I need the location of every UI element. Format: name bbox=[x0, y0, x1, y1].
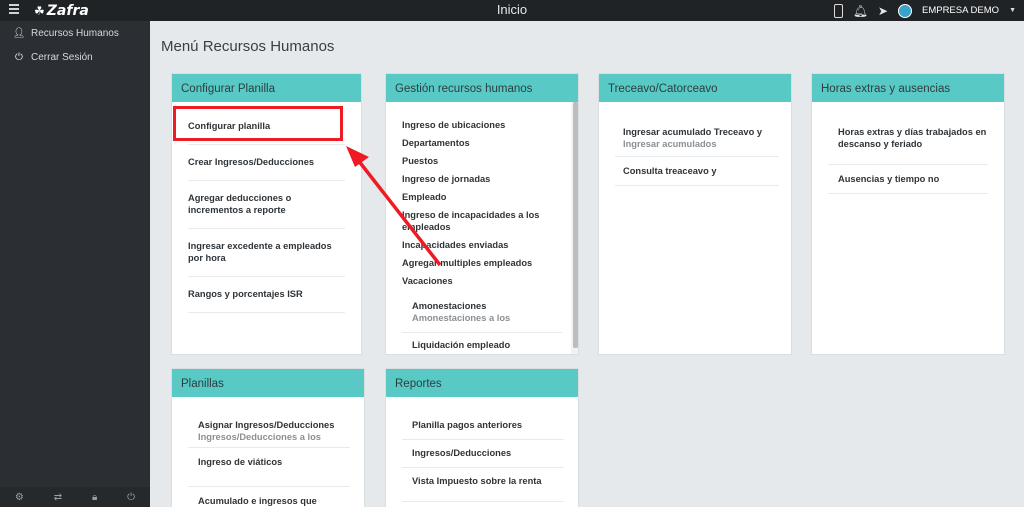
card-gestion-recursos-humanos: Gestión recursos humanos Ingreso de ubic… bbox=[385, 73, 579, 355]
link-amonestaciones-sub[interactable]: Amonestaciones a los bbox=[412, 312, 562, 324]
link-empleado[interactable]: Empleado bbox=[402, 188, 562, 206]
card-header: Horas extras y ausencias bbox=[812, 74, 1004, 102]
link-amonestaciones[interactable]: Amonestaciones bbox=[412, 300, 562, 312]
link-ausencias[interactable]: Ausencias y tiempo no bbox=[838, 173, 988, 185]
link-horas-extras[interactable]: Horas extras y días trabajados en descan… bbox=[838, 126, 988, 150]
link-puestos[interactable]: Puestos bbox=[402, 152, 562, 170]
link-planilla-pagos-anteriores[interactable]: Planilla pagos anteriores bbox=[412, 419, 564, 431]
link-incapacidades-enviadas[interactable]: Incapacidades enviadas bbox=[402, 236, 562, 254]
link-ingreso-incapacidades[interactable]: Ingreso de incapacidades a los empleados bbox=[402, 206, 552, 236]
hamburger-menu-icon[interactable] bbox=[9, 4, 19, 14]
link-ingresar-excedente[interactable]: Ingresar excedente a empleados por hora bbox=[188, 240, 345, 264]
card-header: Reportes bbox=[386, 369, 578, 397]
lock-icon[interactable]: 🔒︎ bbox=[92, 492, 97, 503]
card-header: Gestión recursos humanos bbox=[386, 74, 578, 102]
sidebar-item-cerrar-sesion[interactable]: ⏻ Cerrar Sesión bbox=[0, 45, 150, 69]
link-asignar-ingresos-deducciones-sub[interactable]: Ingresos/Deducciones a los bbox=[198, 431, 350, 443]
avatar[interactable] bbox=[897, 3, 912, 18]
scrollbar-track[interactable] bbox=[571, 102, 578, 354]
top-bar: ☘ Zafra Inicio 🔔︎ ➤ EMPRESA DEMO ▼ bbox=[0, 0, 1024, 21]
link-vista-impuesto-renta[interactable]: Vista Impuesto sobre la renta bbox=[412, 475, 564, 487]
sidebar-item-label: Recursos Humanos bbox=[31, 27, 119, 39]
chevron-down-icon[interactable]: ▼ bbox=[1009, 7, 1016, 14]
card-planillas: Planillas Asignar Ingresos/Deducciones I… bbox=[171, 368, 365, 507]
sidebar-item-label: Cerrar Sesión bbox=[31, 51, 93, 63]
card-header: Treceavo/Catorceavo bbox=[599, 74, 791, 102]
link-agregar-multiples-empleados[interactable]: Agregar multiples empleados bbox=[402, 254, 562, 272]
sidebar: 👤︎ Recursos Humanos ⏻ Cerrar Sesión ⚙ ⇄ … bbox=[0, 21, 150, 507]
app-name: Zafra bbox=[46, 3, 89, 19]
power-icon[interactable]: ⏻ bbox=[127, 492, 135, 503]
link-departamentos[interactable]: Departamentos bbox=[402, 134, 562, 152]
link-ingresos-deducciones[interactable]: Ingresos/Deducciones bbox=[412, 447, 564, 459]
bell-icon[interactable]: 🔔︎ bbox=[853, 4, 868, 18]
card-header: Configurar Planilla bbox=[172, 74, 361, 102]
card-horas-extras-ausencias: Horas extras y ausencias Horas extras y … bbox=[811, 73, 1005, 355]
link-liquidacion-empleado[interactable]: Liquidación empleado bbox=[412, 339, 562, 351]
link-agregar-deducciones[interactable]: Agregar deducciones o incrementos a repo… bbox=[188, 192, 345, 216]
card-reportes: Reportes Planilla pagos anteriores Ingre… bbox=[385, 368, 579, 507]
link-rangos-isr[interactable]: Rangos y porcentajes ISR bbox=[188, 288, 345, 300]
scrollbar-thumb[interactable] bbox=[573, 102, 578, 348]
link-acumulado-ingresos[interactable]: Acumulado e ingresos que bbox=[198, 495, 348, 507]
paper-plane-icon[interactable]: ➤ bbox=[878, 4, 888, 18]
link-ingresar-acumulado-treceavo-sub[interactable]: Ingresar acumulados bbox=[623, 138, 779, 150]
link-vacaciones[interactable]: Vacaciones bbox=[402, 272, 562, 290]
link-crear-ingresos-deducciones[interactable]: Crear Ingresos/Deducciones bbox=[188, 156, 345, 168]
link-ingreso-ubicaciones[interactable]: Ingreso de ubicaciones bbox=[402, 116, 562, 134]
refresh-icon[interactable]: ⇄ bbox=[54, 492, 62, 503]
link-ingresar-acumulado-treceavo[interactable]: Ingresar acumulado Treceavo y bbox=[623, 126, 779, 138]
company-name[interactable]: EMPRESA DEMO bbox=[922, 5, 999, 16]
card-treceavo-catorceavo: Treceavo/Catorceavo Ingresar acumulado T… bbox=[598, 73, 792, 355]
link-consulta-treceavo[interactable]: Consulta treaceavo y bbox=[623, 165, 779, 177]
mobile-phone-icon[interactable] bbox=[833, 3, 843, 18]
app-logo[interactable]: ☘ Zafra bbox=[34, 3, 89, 19]
link-ingreso-viaticos[interactable]: Ingreso de viáticos bbox=[198, 456, 350, 468]
sidebar-footer: ⚙ ⇄ 🔒︎ ⏻ bbox=[0, 487, 150, 507]
user-icon: 👤︎ bbox=[12, 27, 26, 39]
logo-mark-icon: ☘ bbox=[34, 4, 45, 18]
gear-icon[interactable]: ⚙ bbox=[15, 492, 24, 503]
power-icon: ⏻ bbox=[15, 51, 23, 63]
highlight-box bbox=[173, 106, 343, 141]
link-ingreso-jornadas[interactable]: Ingreso de jornadas bbox=[402, 170, 562, 188]
page-heading: Menú Recursos Humanos bbox=[161, 38, 335, 55]
sidebar-item-recursos-humanos[interactable]: 👤︎ Recursos Humanos bbox=[0, 21, 150, 45]
card-header: Planillas bbox=[172, 369, 364, 397]
link-asignar-ingresos-deducciones[interactable]: Asignar Ingresos/Deducciones bbox=[198, 419, 350, 431]
